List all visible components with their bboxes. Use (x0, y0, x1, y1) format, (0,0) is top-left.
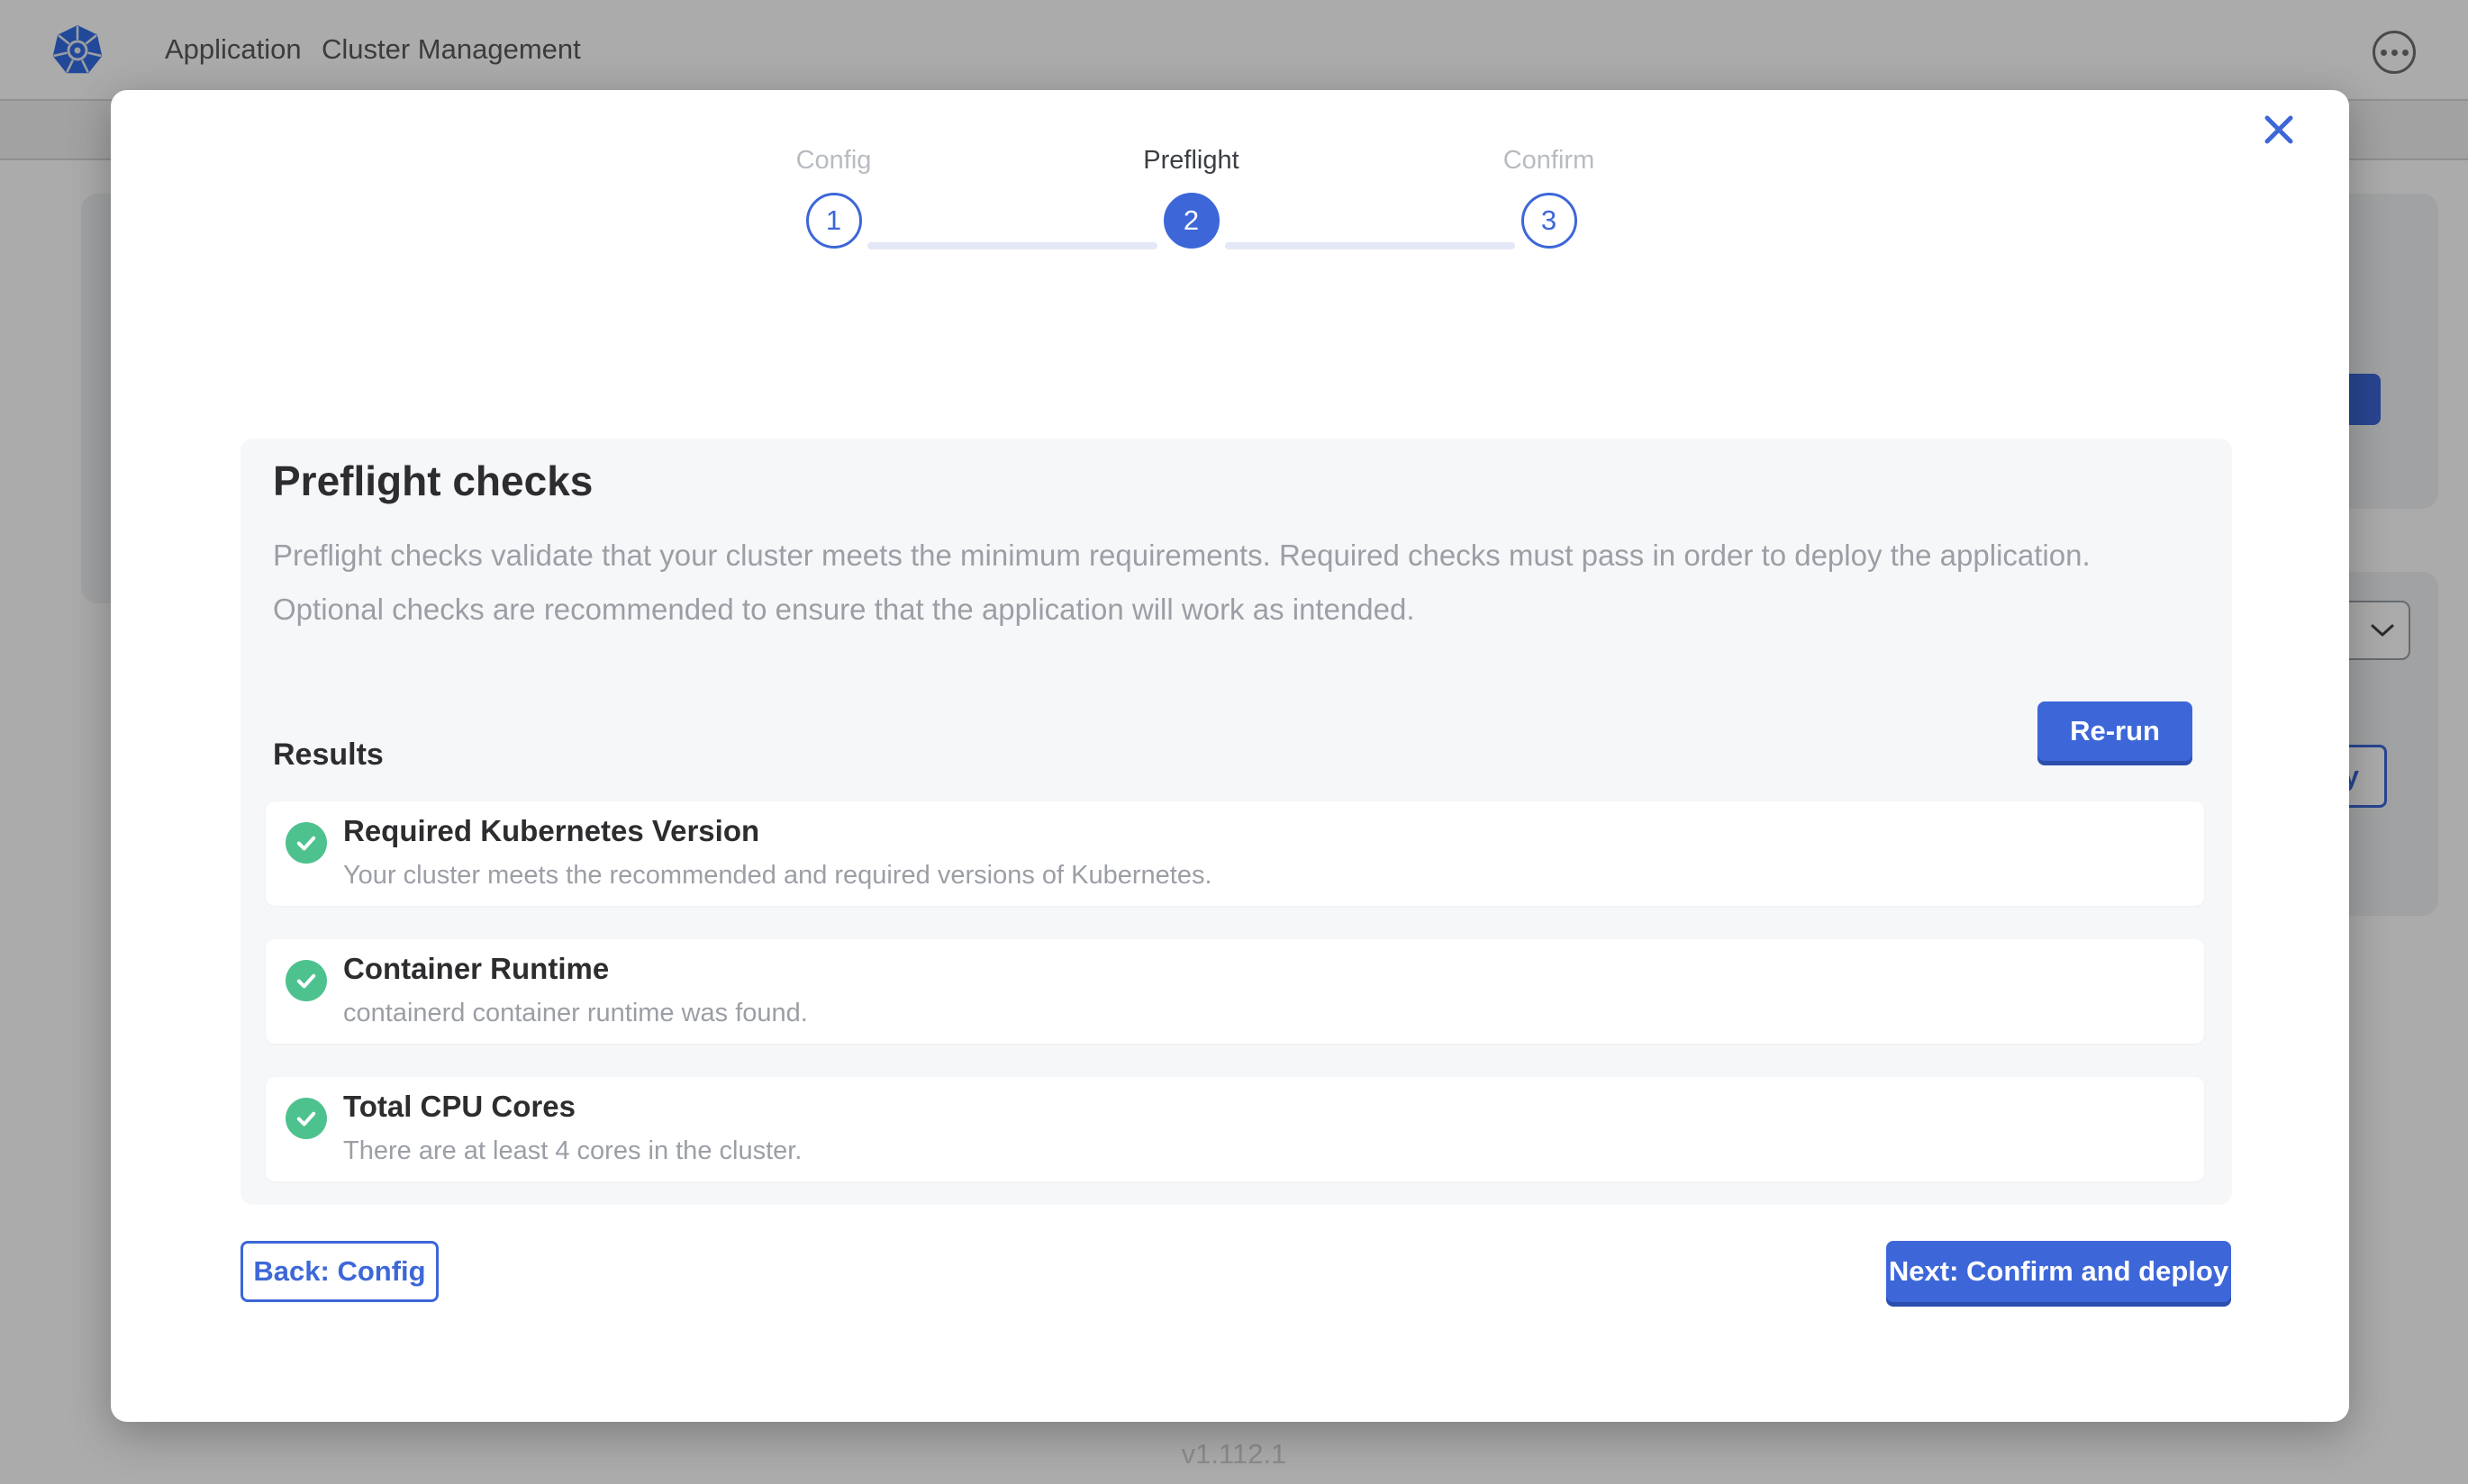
check-icon (286, 960, 327, 1001)
result-row: Container Runtime containerd container r… (266, 939, 2204, 1044)
result-title: Container Runtime (343, 952, 609, 986)
result-row: Required Kubernetes Version Your cluster… (266, 801, 2204, 906)
step-config: Config 1 (655, 146, 1012, 290)
result-description: containerd container runtime was found. (343, 999, 808, 1028)
results-heading: Results (273, 737, 384, 773)
preflight-panel: Preflight checks Preflight checks valida… (240, 439, 2232, 1205)
result-row: Total CPU Cores There are at least 4 cor… (266, 1077, 2204, 1181)
next-button[interactable]: Next: Confirm and deploy (1886, 1241, 2231, 1302)
step-label: Preflight (1143, 146, 1239, 178)
rerun-button[interactable]: Re-run (2037, 701, 2192, 761)
check-icon (286, 822, 327, 864)
check-icon (286, 1098, 327, 1139)
step-circle-1[interactable]: 1 (806, 193, 862, 249)
step-circle-3[interactable]: 3 (1521, 193, 1577, 249)
result-title: Total CPU Cores (343, 1090, 576, 1124)
result-description: There are at least 4 cores in the cluste… (343, 1136, 802, 1166)
preflight-description: Preflight checks validate that your clus… (273, 529, 2155, 637)
wizard-stepper: Config 1 Preflight 2 Confirm 3 (655, 146, 1728, 290)
step-circle-2[interactable]: 2 (1164, 193, 1220, 249)
close-icon[interactable] (2255, 106, 2302, 153)
result-description: Your cluster meets the recommended and r… (343, 861, 1212, 891)
preflight-wizard-modal: Config 1 Preflight 2 Confirm 3 Preflight… (111, 90, 2349, 1422)
stepper-connector (1225, 242, 1515, 249)
step-label: Config (796, 146, 872, 178)
step-label: Confirm (1503, 146, 1595, 178)
step-preflight: Preflight 2 (1012, 146, 1370, 290)
step-confirm: Confirm 3 (1370, 146, 1728, 290)
stepper-connector (867, 242, 1157, 249)
back-button[interactable]: Back: Config (240, 1241, 439, 1302)
result-title: Required Kubernetes Version (343, 814, 759, 848)
page-title: Preflight checks (273, 457, 593, 505)
